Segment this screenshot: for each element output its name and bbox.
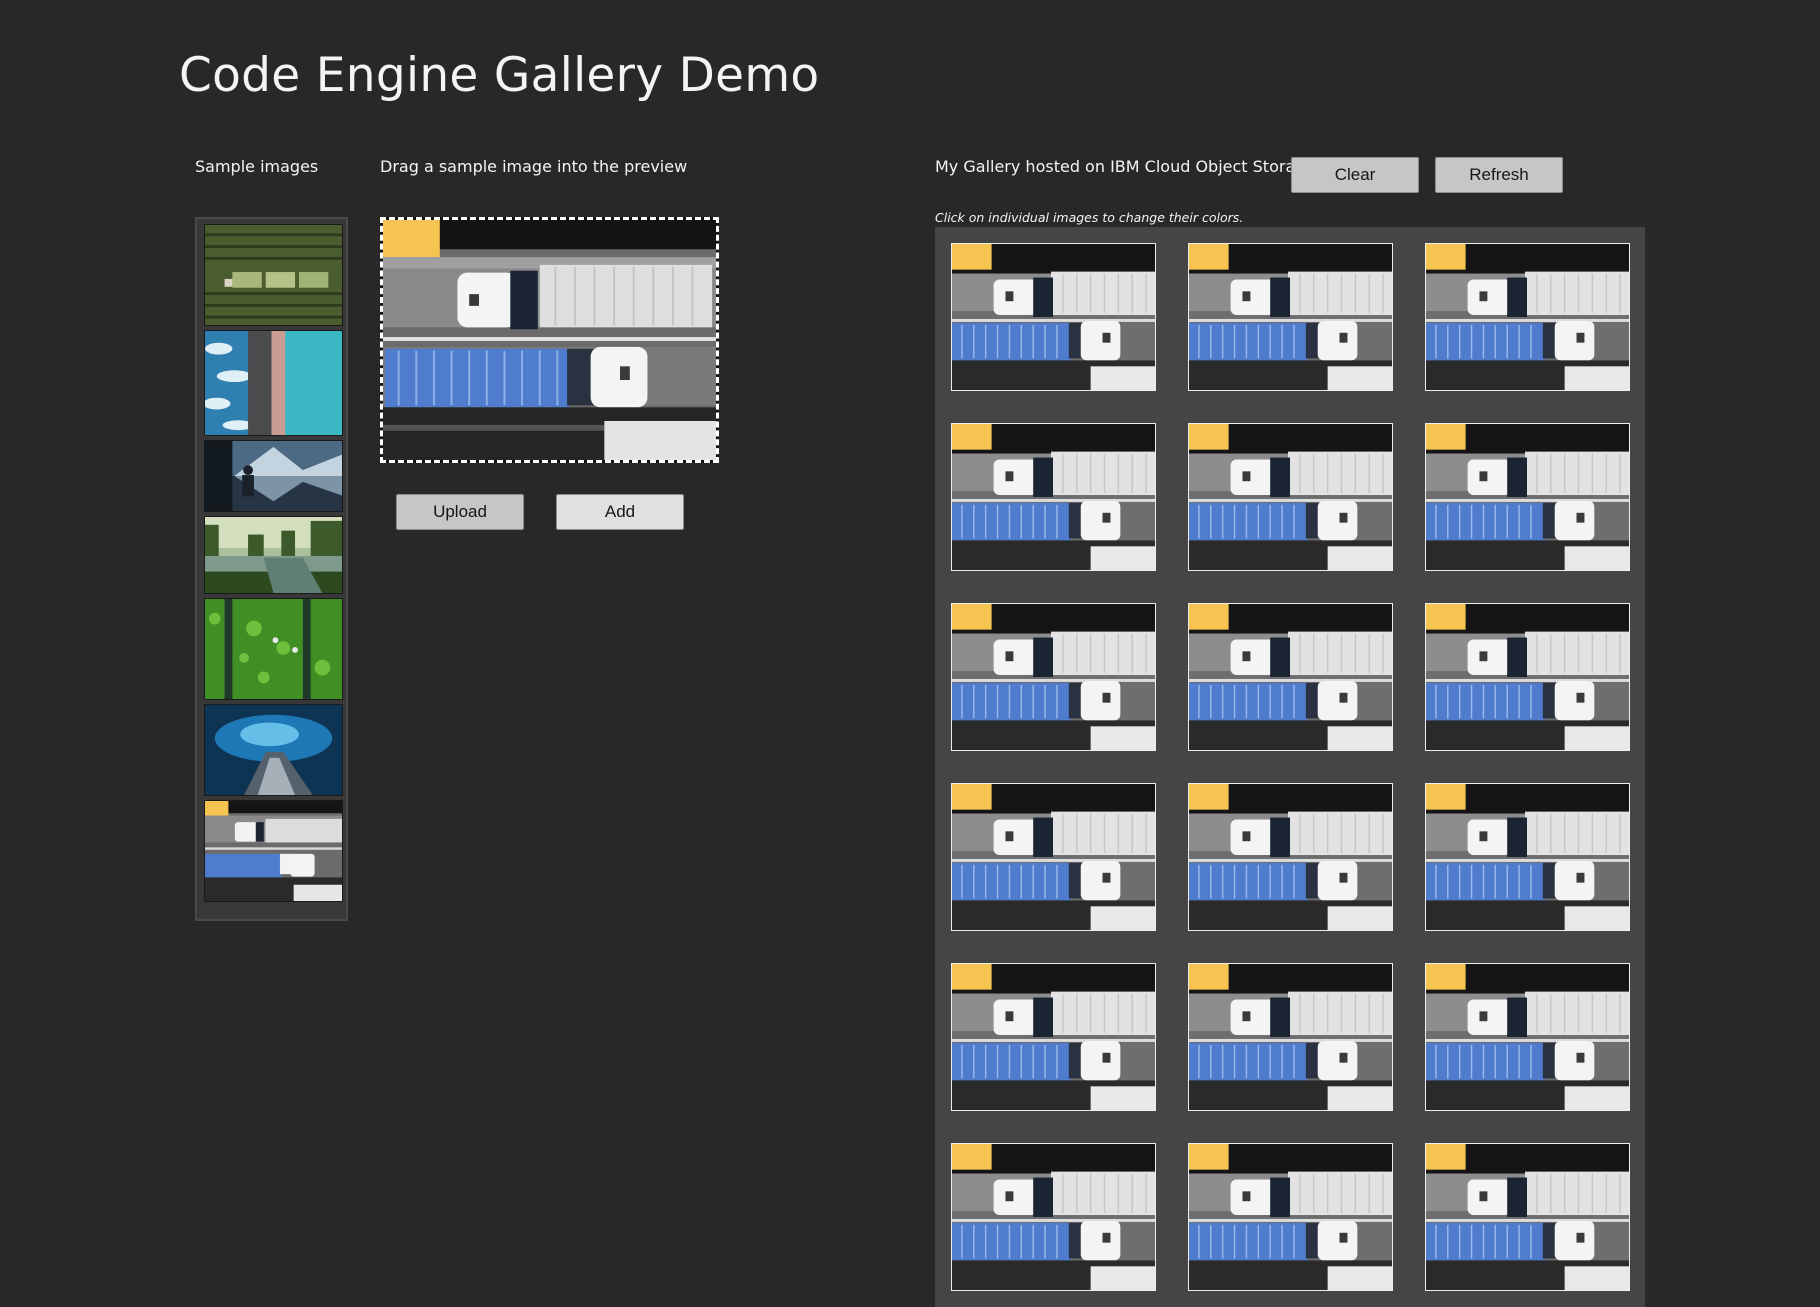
gallery-image[interactable] <box>1425 783 1630 931</box>
sample-image-forest-river[interactable] <box>204 516 343 594</box>
preview-heading: Drag a sample image into the preview <box>380 157 688 176</box>
refresh-button[interactable]: Refresh <box>1435 157 1563 193</box>
gallery-image[interactable] <box>1188 243 1393 391</box>
gallery-image[interactable] <box>1425 243 1630 391</box>
gallery-grid <box>951 243 1630 1291</box>
gallery-image[interactable] <box>1425 963 1630 1111</box>
gallery-image[interactable] <box>951 603 1156 751</box>
gallery-image[interactable] <box>1188 1143 1393 1291</box>
gallery-image[interactable] <box>951 1143 1156 1291</box>
gallery-image[interactable] <box>1425 603 1630 751</box>
sample-image-aerial-field[interactable] <box>204 224 343 326</box>
gallery-image[interactable] <box>1425 1143 1630 1291</box>
gallery-image[interactable] <box>951 423 1156 571</box>
add-button[interactable]: Add <box>556 494 684 530</box>
gallery-image[interactable] <box>951 243 1156 391</box>
sample-image-green-rows[interactable] <box>204 598 343 700</box>
gallery-image[interactable] <box>951 963 1156 1111</box>
preview-image <box>383 220 716 460</box>
gallery-heading: My Gallery hosted on IBM Cloud Object St… <box>935 157 1316 176</box>
gallery-image[interactable] <box>1188 423 1393 571</box>
sample-images-heading: Sample images <box>195 157 319 176</box>
gallery-image[interactable] <box>1188 603 1393 751</box>
gallery-hint: Click on individual images to change the… <box>935 210 1244 225</box>
sample-images-list <box>195 217 348 921</box>
sample-image-coastline[interactable] <box>204 330 343 436</box>
upload-button[interactable]: Upload <box>396 494 524 530</box>
gallery-panel <box>935 227 1645 1307</box>
sample-image-ice-cave[interactable] <box>204 704 343 796</box>
sample-image-trucks[interactable] <box>204 800 343 902</box>
page-title: Code Engine Gallery Demo <box>179 48 820 103</box>
gallery-image[interactable] <box>951 783 1156 931</box>
sample-image-mountain-lake[interactable] <box>204 440 343 512</box>
gallery-image[interactable] <box>1425 423 1630 571</box>
gallery-image[interactable] <box>1188 963 1393 1111</box>
clear-button[interactable]: Clear <box>1291 157 1419 193</box>
gallery-image[interactable] <box>1188 783 1393 931</box>
preview-drop-zone[interactable] <box>380 217 719 463</box>
